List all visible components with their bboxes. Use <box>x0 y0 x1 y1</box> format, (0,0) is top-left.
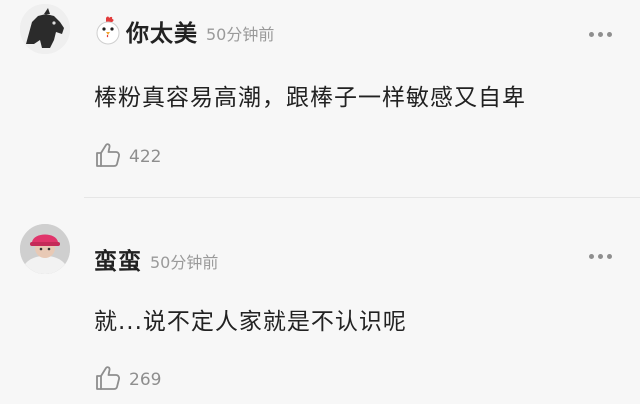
like-button[interactable]: 269 <box>94 364 161 392</box>
chicken-icon <box>96 16 120 45</box>
dot <box>589 32 594 37</box>
thumbs-up-icon <box>96 143 120 167</box>
comment-feed: 你太美 50分钟前 棒粉真容易高潮，跟棒子一样敏感又自卑 422 蛮蛮 50分钟… <box>0 0 640 404</box>
dot <box>598 32 603 37</box>
dot <box>607 254 612 259</box>
comment-time: 50分钟前 <box>150 253 219 272</box>
username[interactable]: 你太美 <box>126 14 198 48</box>
comment-item: 你太美 50分钟前 棒粉真容易高潮，跟棒子一样敏感又自卑 422 <box>0 0 640 198</box>
more-options-icon[interactable] <box>589 32 612 37</box>
dot <box>598 254 603 259</box>
comment-text: 就...说不定人家就是不认识呢 <box>94 309 407 335</box>
like-button[interactable]: 422 <box>94 141 161 169</box>
avatar[interactable] <box>20 224 70 274</box>
like-count: 422 <box>129 147 162 167</box>
person-photo-avatar-icon <box>20 224 70 274</box>
dot <box>607 32 612 37</box>
more-options-icon[interactable] <box>589 254 612 259</box>
thumbs-up-icon <box>96 366 120 390</box>
comment-time: 50分钟前 <box>206 25 275 44</box>
horse-avatar-icon <box>20 4 70 54</box>
dot <box>589 254 594 259</box>
comment-header: 蛮蛮 50分钟前 <box>94 242 218 276</box>
avatar[interactable] <box>20 4 70 54</box>
username[interactable]: 蛮蛮 <box>94 242 142 276</box>
comment-text: 棒粉真容易高潮，跟棒子一样敏感又自卑 <box>94 85 526 111</box>
comment-item: 蛮蛮 50分钟前 就...说不定人家就是不认识呢 269 <box>0 198 640 404</box>
like-count: 269 <box>129 370 162 390</box>
comment-header: 你太美 50分钟前 <box>94 14 274 48</box>
